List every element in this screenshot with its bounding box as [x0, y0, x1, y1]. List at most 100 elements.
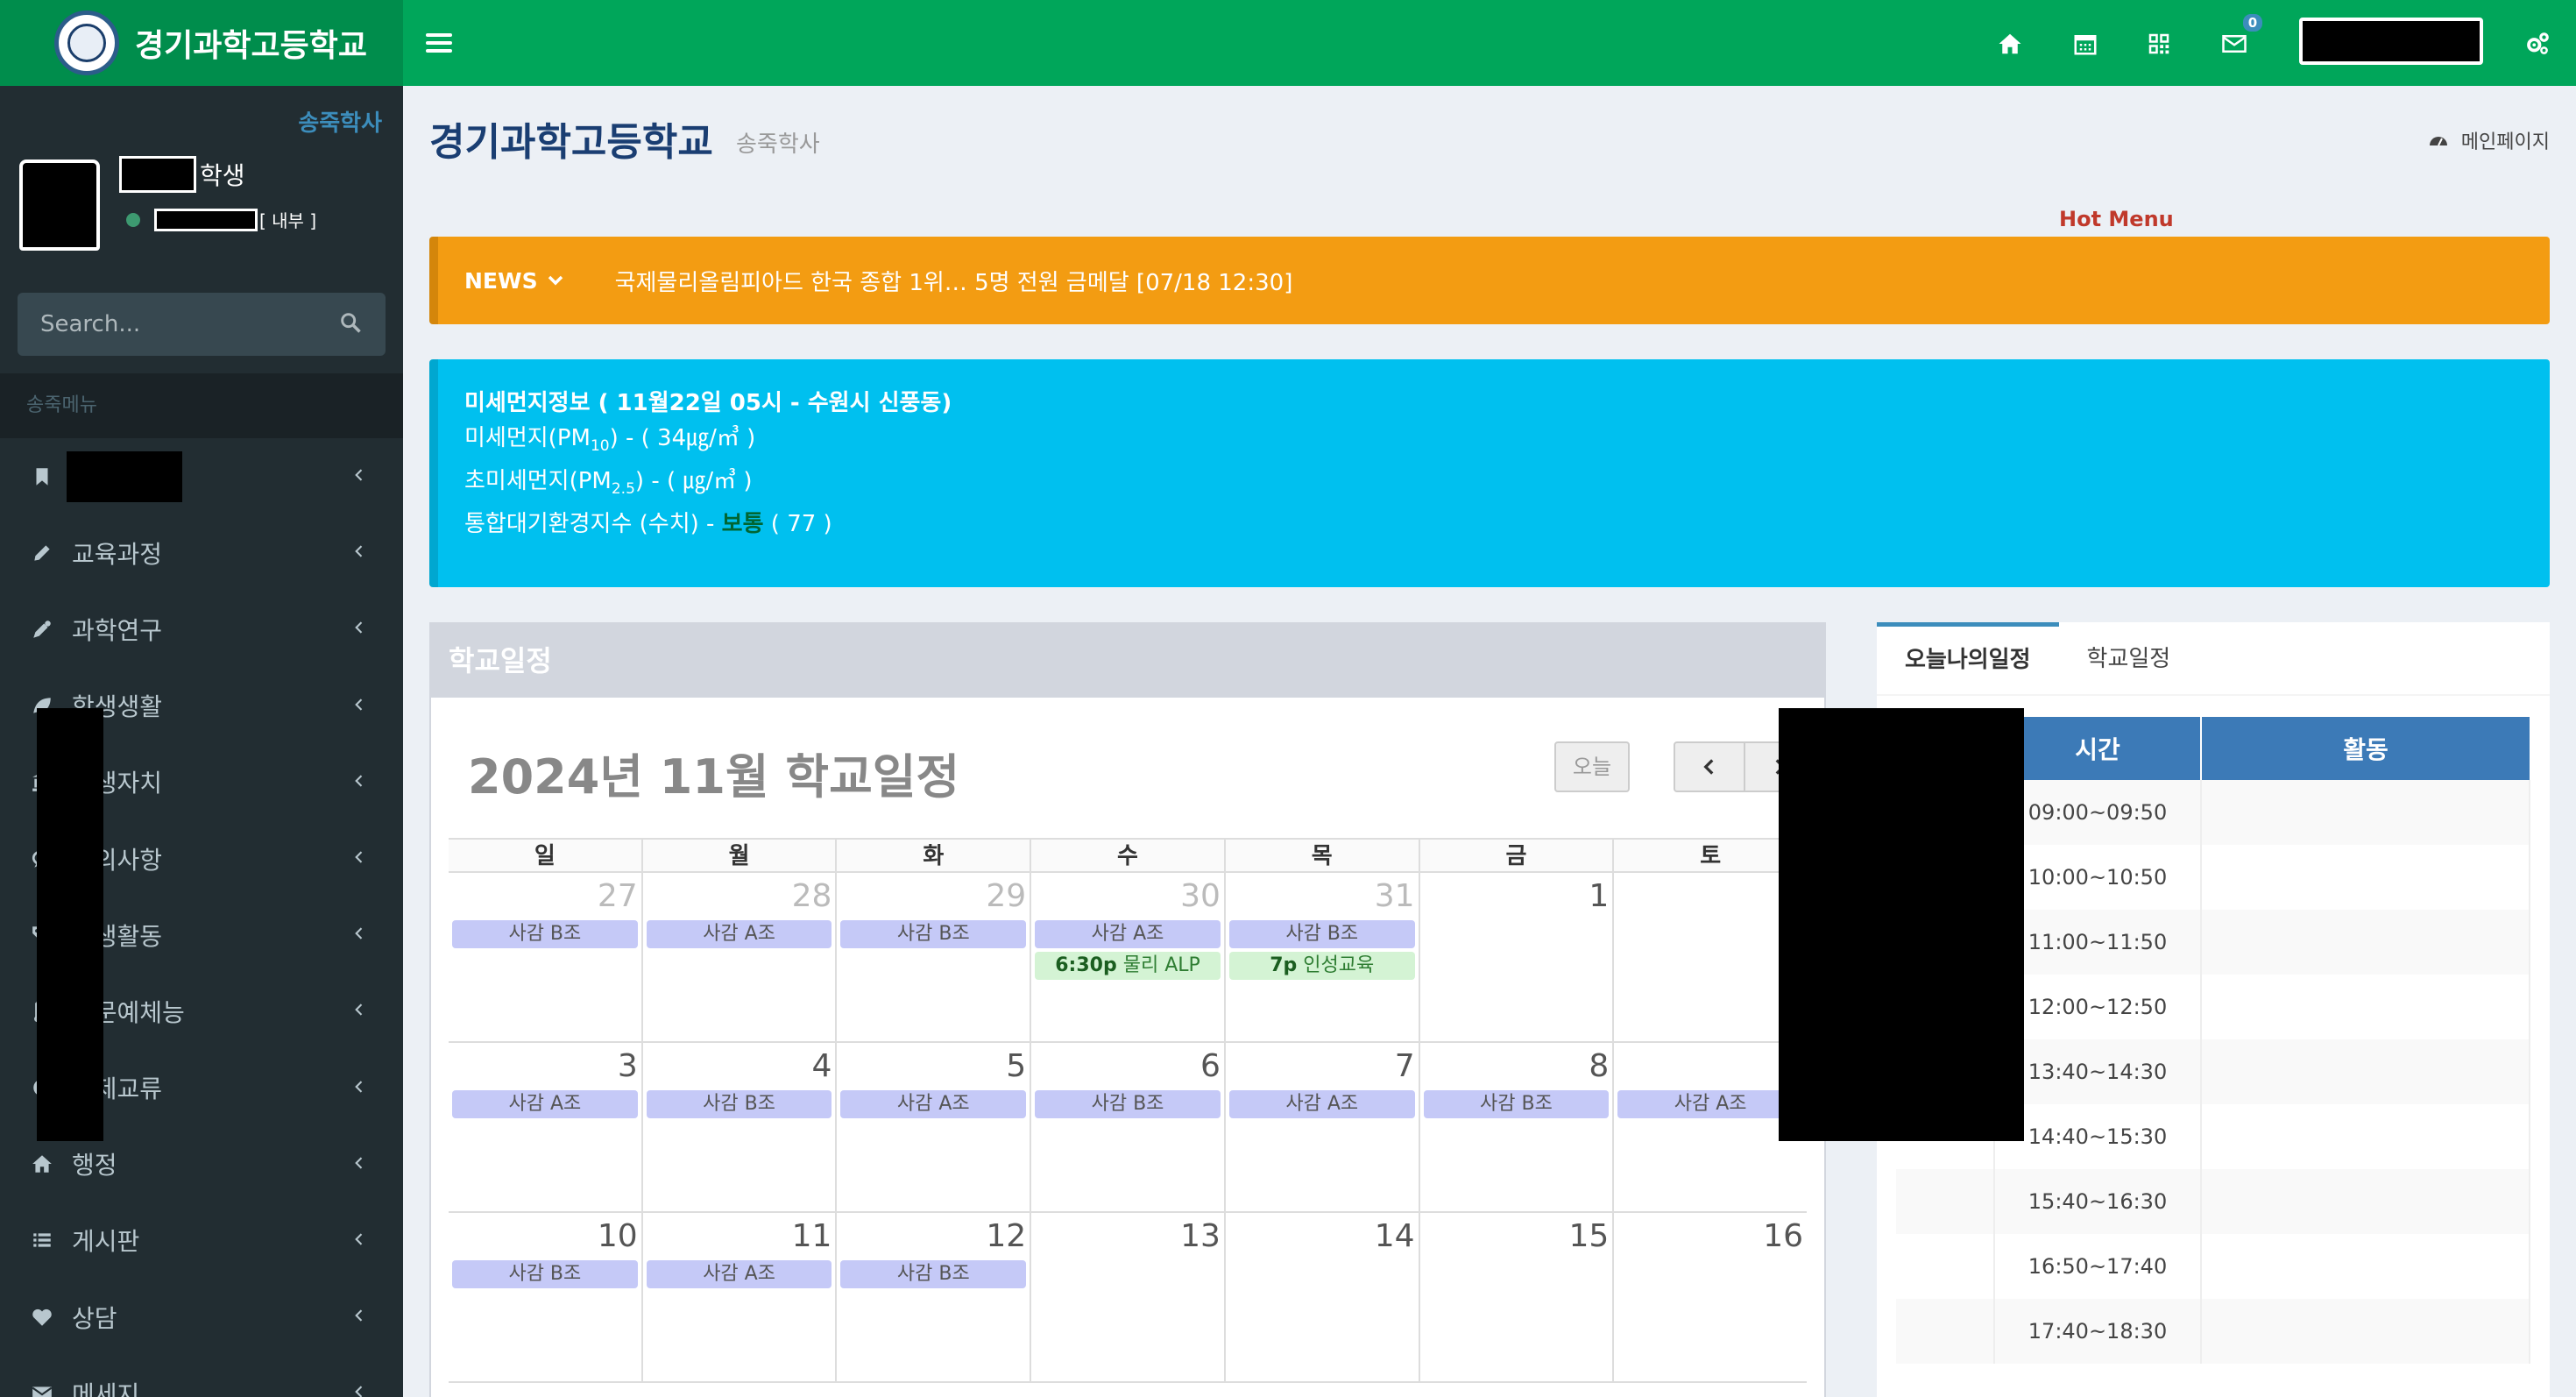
prev-month-button[interactable] [1674, 741, 1745, 792]
calendar-title: 2024년 11월 학교일정 [468, 749, 960, 805]
sidebar-item-board[interactable]: 게시판 [0, 1202, 403, 1279]
timed-event[interactable]: 7p 인성교육 [1228, 952, 1415, 980]
pencil-icon [30, 541, 54, 565]
calendar-day[interactable]: 10 사감 B조 [449, 1213, 643, 1381]
weekday-label: 수 [1031, 840, 1226, 871]
news-headline[interactable]: 국제물리올림피아드 한국 종합 1위… 5명 전원 금메달 [07/18 12:… [615, 265, 1293, 297]
avatar [19, 160, 100, 251]
calendar-event[interactable]: 사감 A조 [840, 1090, 1027, 1118]
eyedropper-icon [30, 617, 54, 642]
calendar-event[interactable]: 사감 A조 [1617, 1090, 1804, 1118]
calendar-day[interactable]: 4 사감 B조 [643, 1043, 838, 1211]
day-number[interactable]: 27 [598, 878, 638, 914]
column-header-time: 시간 [1994, 717, 2202, 780]
calendar-day[interactable]: 3 사감 A조 [449, 1043, 643, 1211]
calendar-day[interactable]: 28 사감 A조 [643, 873, 838, 1041]
day-number[interactable]: 5 [1006, 1048, 1026, 1084]
calendar-event[interactable]: 사감 B조 [1035, 1090, 1221, 1118]
calendar-day[interactable]: 27 사감 B조 [449, 873, 643, 1041]
calendar-day[interactable]: 15 [1420, 1213, 1615, 1381]
weekday-header: 일월화수목금토 [449, 838, 1807, 873]
user-menu-redacted[interactable] [2299, 18, 2483, 65]
calendar-day[interactable]: 30 사감 A조 6:30p 물리 ALP [1031, 873, 1226, 1041]
sidebar-item-counseling[interactable]: 상담 [0, 1279, 403, 1355]
calendar-event[interactable]: 사감 A조 [1228, 1090, 1415, 1118]
day-number[interactable]: 29 [986, 878, 1026, 914]
day-number[interactable]: 31 [1375, 878, 1415, 914]
calendar-event[interactable]: 사감 B조 [1423, 1090, 1610, 1118]
calendar-day[interactable]: 31 사감 B조 7p 인성교육 [1226, 873, 1420, 1041]
calendar-day[interactable]: 7 사감 A조 [1226, 1043, 1420, 1211]
sidebar-toggle-button[interactable] [422, 26, 456, 60]
calendar-event[interactable]: 사감 B조 [452, 1260, 638, 1288]
day-number[interactable]: 12 [986, 1218, 1026, 1254]
day-number[interactable]: 13 [1180, 1218, 1221, 1254]
type-cell [1896, 1234, 1995, 1299]
day-number[interactable]: 16 [1763, 1218, 1803, 1254]
calendar-event[interactable]: 사감 B조 [452, 920, 638, 948]
home-icon[interactable] [1992, 26, 2028, 61]
timed-event[interactable]: 6:30p 물리 ALP [1035, 952, 1221, 980]
qrcode-icon[interactable] [2141, 26, 2176, 61]
campus-label[interactable]: 송죽학사 [0, 105, 382, 138]
news-toggle[interactable]: NEWS [464, 268, 566, 294]
calendar-day[interactable]: 11 사감 A조 [643, 1213, 838, 1381]
user-name: 학생 [119, 156, 245, 193]
calendar-day[interactable]: 13 [1031, 1213, 1226, 1381]
sidebar-item-messages[interactable]: 메세지 [0, 1355, 403, 1397]
calendar-event[interactable]: 사감 B조 [840, 920, 1027, 948]
day-number[interactable]: 3 [618, 1048, 638, 1084]
gears-icon[interactable] [2520, 26, 2555, 61]
day-number[interactable]: 30 [1180, 878, 1221, 914]
calendar-event[interactable]: 사감 B조 [1228, 920, 1415, 948]
mail-count-badge: 0 [2243, 14, 2262, 32]
day-number[interactable]: 6 [1200, 1048, 1221, 1084]
day-number[interactable]: 8 [1589, 1048, 1609, 1084]
day-number[interactable]: 15 [1569, 1218, 1610, 1254]
chevron-left-icon [355, 1386, 363, 1397]
calendar-week: 10 사감 B조 11 사감 A조 12 사감 B조 13 14 15 16 [449, 1213, 1807, 1383]
calendar-event[interactable]: 사감 B조 [646, 1090, 832, 1118]
calendar-day[interactable]: 14 [1226, 1213, 1420, 1381]
hot-menu-label[interactable]: Hot Menu [2059, 207, 2174, 231]
logo-link[interactable]: 경기과학고등학교 [0, 0, 403, 86]
sidebar-item-curriculum[interactable]: 교육과정 [0, 514, 403, 591]
calendar-day[interactable]: 1 [1420, 873, 1615, 1041]
day-number[interactable]: 10 [598, 1218, 638, 1254]
tab-school-schedule[interactable]: 학교일정 [2059, 622, 2199, 694]
weekday-label: 화 [837, 840, 1032, 871]
calendar-event[interactable]: 사감 A조 [646, 920, 832, 948]
day-number[interactable]: 14 [1375, 1218, 1415, 1254]
day-number[interactable]: 1 [1589, 878, 1609, 914]
day-number[interactable]: 7 [1395, 1048, 1415, 1084]
calendar-day[interactable]: 5 사감 A조 [837, 1043, 1032, 1211]
page-title: 경기과학고등학교 [429, 120, 713, 165]
today-button[interactable]: 오늘 [1554, 741, 1630, 792]
table-row: 15:40~16:30 [1896, 1169, 2530, 1234]
day-number[interactable]: 4 [812, 1048, 832, 1084]
news-ticker: NEWS 국제물리올림피아드 한국 종합 1위… 5명 전원 금메달 [07/1… [429, 237, 2550, 324]
search-icon[interactable] [338, 310, 363, 338]
calendar-day[interactable]: 29 사감 B조 [837, 873, 1032, 1041]
calendar-event[interactable]: 사감 A조 [646, 1260, 832, 1288]
calendar-event[interactable]: 사감 A조 [452, 1090, 638, 1118]
envelope-icon[interactable]: 0 [2217, 14, 2262, 61]
calendar-day[interactable]: 8 사감 B조 [1420, 1043, 1615, 1211]
day-number[interactable]: 28 [792, 878, 832, 914]
tab-my-schedule[interactable]: 오늘나의일정 [1877, 622, 2059, 694]
day-number[interactable]: 11 [792, 1218, 832, 1254]
calendar-day[interactable]: 12 사감 B조 [837, 1213, 1032, 1381]
calendar-icon[interactable] [2068, 26, 2103, 61]
calendar-day[interactable]: 16 [1614, 1213, 1807, 1381]
chevron-left-icon [355, 1157, 363, 1169]
calendar-event[interactable]: 사감 B조 [840, 1260, 1027, 1288]
chevron-left-icon [355, 1233, 363, 1245]
type-cell [1896, 1299, 1995, 1364]
dashboard-icon [2429, 137, 2447, 146]
main-page-link[interactable]: 메인페이지 [2428, 126, 2550, 154]
calendar-day[interactable]: 6 사감 B조 [1031, 1043, 1226, 1211]
sidebar-item-research[interactable]: 과학연구 [0, 591, 403, 667]
calendar-event[interactable]: 사감 A조 [1035, 920, 1221, 948]
sidebar-item-bookmark[interactable] [0, 438, 403, 514]
search-input[interactable] [40, 311, 338, 337]
